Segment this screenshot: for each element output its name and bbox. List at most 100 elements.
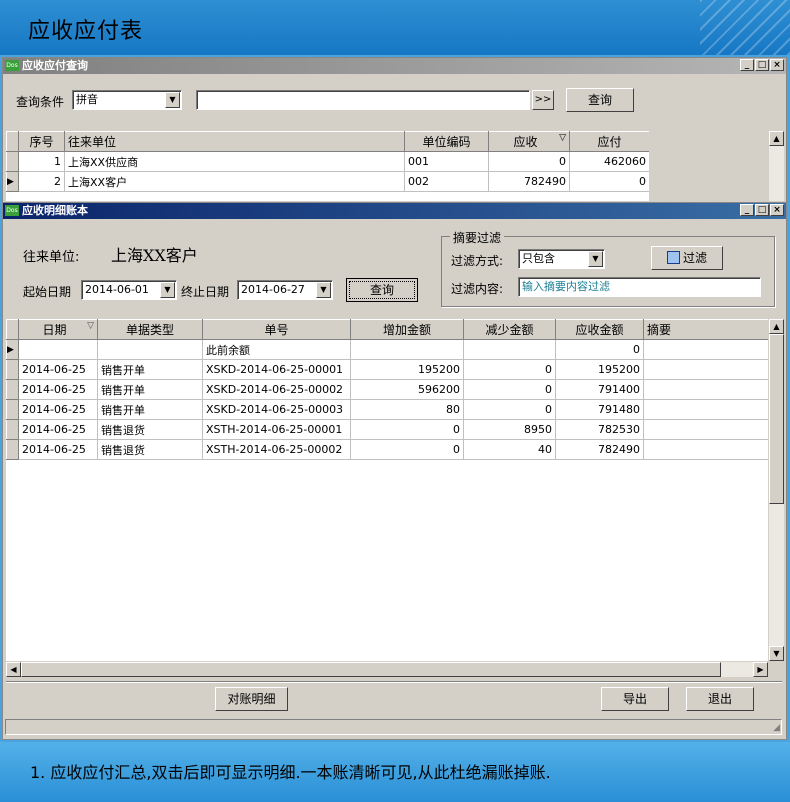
- condition-label: 查询条件: [16, 95, 65, 109]
- query-window-titlebar: Dos 应收应付查询 _ □ ×: [3, 58, 786, 74]
- cell-code: 002: [404, 171, 489, 192]
- col-header-increase[interactable]: 增加金额: [350, 319, 464, 340]
- cell-memo: [643, 379, 768, 400]
- table-row[interactable]: 2014-06-25 销售退货 XSTH-2014-06-25-00001 0 …: [6, 419, 768, 440]
- col-header-date[interactable]: 日期 ▽: [18, 319, 98, 340]
- cell-type: 销售开单: [97, 399, 203, 420]
- filter-content-label: 过滤内容:: [451, 282, 504, 296]
- end-date-field[interactable]: 2014-06-27 ▼: [237, 280, 333, 300]
- scroll-thumb[interactable]: [769, 334, 784, 504]
- cell-decrease: 0: [463, 379, 556, 400]
- filter-content-input[interactable]: 输入摘要内容过滤: [518, 277, 761, 297]
- scroll-down-icon[interactable]: ▼: [769, 646, 784, 661]
- maximize-button[interactable]: □: [755, 59, 769, 71]
- row-indicator-header: [6, 131, 19, 152]
- start-date-field[interactable]: 2014-06-01 ▼: [81, 280, 177, 300]
- condition-select[interactable]: 拼音 ▼: [72, 90, 182, 110]
- col-header-code[interactable]: 单位编码: [404, 131, 489, 152]
- resize-grip-icon[interactable]: ◢: [773, 723, 780, 733]
- cell-memo: [643, 439, 768, 460]
- summary-scrollbar[interactable]: ▲: [769, 131, 784, 201]
- condition-value: 拼音: [76, 93, 98, 106]
- col-header-balance[interactable]: 应收金额: [555, 319, 644, 340]
- detail-toolbar-divider: [6, 681, 782, 682]
- cell-number: XSKD-2014-06-25-00002: [202, 379, 351, 400]
- detail-horizontal-scrollbar[interactable]: ◀ ▶: [6, 662, 768, 677]
- scroll-right-icon[interactable]: ▶: [753, 662, 768, 677]
- cell-type: [97, 339, 203, 360]
- cell-number: XSTH-2014-06-25-00001: [202, 419, 351, 440]
- detail-window-titlebar: Dos 应收明细账本 _ □ ×: [3, 203, 786, 219]
- cell-date: [18, 339, 98, 360]
- cell-type: 销售开单: [97, 379, 203, 400]
- filter-button[interactable]: 过滤: [651, 246, 723, 270]
- table-row[interactable]: ▶ 2 上海XX客户 002 782490 0: [6, 171, 650, 192]
- cell-decrease: 0: [463, 399, 556, 420]
- row-indicator: ▶: [6, 171, 19, 192]
- cell-date: 2014-06-25: [18, 439, 98, 460]
- detail-vertical-scrollbar[interactable]: ▲ ▼: [769, 319, 784, 661]
- chevron-down-icon[interactable]: ▼: [165, 92, 180, 108]
- filter-content-placeholder: 输入摘要内容过滤: [522, 280, 610, 293]
- cell-increase: 596200: [350, 379, 464, 400]
- detail-query-button[interactable]: 查询: [346, 278, 418, 302]
- cell-type: 销售开单: [97, 359, 203, 380]
- maximize-button[interactable]: □: [755, 204, 769, 216]
- cell-date: 2014-06-25: [18, 359, 98, 380]
- table-row[interactable]: 2014-06-25 销售开单 XSKD-2014-06-25-00002 59…: [6, 379, 768, 400]
- filter-group-title: 摘要过滤: [450, 229, 505, 246]
- reconcile-button[interactable]: 对账明细: [215, 687, 288, 711]
- table-row[interactable]: 2014-06-25 销售开单 XSKD-2014-06-25-00001 19…: [6, 359, 768, 380]
- close-button[interactable]: ×: [770, 204, 784, 216]
- cell-partner: 上海XX客户: [64, 171, 405, 192]
- detail-window-title: 应收明细账本: [22, 204, 88, 217]
- row-indicator: [6, 359, 19, 380]
- cell-code: 001: [404, 151, 489, 172]
- cell-type: 销售退货: [97, 439, 203, 460]
- table-row[interactable]: ▶ 此前余额 0: [6, 339, 768, 360]
- cell-decrease: [463, 339, 556, 360]
- col-header-date-label: 日期: [42, 323, 67, 337]
- more-button[interactable]: >>: [532, 90, 554, 110]
- cell-number: 此前余额: [202, 339, 351, 360]
- minimize-button[interactable]: _: [740, 204, 754, 216]
- col-header-type[interactable]: 单据类型: [97, 319, 203, 340]
- filter-mode-select[interactable]: 只包含 ▼: [518, 249, 605, 269]
- minimize-button[interactable]: _: [740, 59, 754, 71]
- exit-button[interactable]: 退出: [686, 687, 754, 711]
- scroll-up-icon[interactable]: ▲: [769, 131, 784, 146]
- col-header-no[interactable]: 序号: [18, 131, 65, 152]
- cell-balance: 791480: [555, 399, 644, 420]
- chevron-down-icon[interactable]: ▼: [588, 251, 603, 267]
- query-button[interactable]: 查询: [566, 88, 634, 112]
- chevron-down-icon[interactable]: ▼: [316, 282, 331, 298]
- sort-icon: ▽: [87, 321, 94, 331]
- col-header-memo[interactable]: 摘要: [643, 319, 768, 340]
- detail-query-button-label: 查询: [349, 281, 415, 299]
- col-header-decrease[interactable]: 减少金额: [463, 319, 556, 340]
- row-indicator: [6, 439, 19, 460]
- cell-memo: [643, 339, 768, 360]
- row-indicator: [6, 151, 19, 172]
- col-header-receivable[interactable]: 应收 ▽: [488, 131, 570, 152]
- search-input[interactable]: [196, 90, 530, 110]
- close-button[interactable]: ×: [770, 59, 784, 71]
- table-row[interactable]: 1 上海XX供应商 001 0 462060: [6, 151, 650, 172]
- col-header-partner[interactable]: 往来单位: [64, 131, 405, 152]
- chevron-down-icon[interactable]: ▼: [160, 282, 175, 298]
- scroll-left-icon[interactable]: ◀: [6, 662, 21, 677]
- export-button[interactable]: 导出: [601, 687, 669, 711]
- cell-balance: 782490: [555, 439, 644, 460]
- footer-banner: 1. 应收应付汇总,双击后即可显示明细.一本账清晰可见,从此杜绝漏账掉账.: [0, 742, 790, 802]
- page-title: 应收应付表: [28, 19, 144, 44]
- table-row[interactable]: 2014-06-25 销售开单 XSKD-2014-06-25-00003 80…: [6, 399, 768, 420]
- cell-decrease: 40: [463, 439, 556, 460]
- col-header-payable[interactable]: 应付: [569, 131, 650, 152]
- col-header-number[interactable]: 单号: [202, 319, 351, 340]
- row-indicator: [6, 419, 19, 440]
- scroll-up-icon[interactable]: ▲: [769, 319, 784, 334]
- row-indicator: [6, 379, 19, 400]
- summary-table: 序号 往来单位 单位编码 应收 ▽ 应付 1 上海XX供应商 001 0 4620…: [6, 131, 650, 192]
- hscroll-thumb[interactable]: [21, 662, 721, 677]
- table-row[interactable]: 2014-06-25 销售退货 XSTH-2014-06-25-00002 0 …: [6, 439, 768, 460]
